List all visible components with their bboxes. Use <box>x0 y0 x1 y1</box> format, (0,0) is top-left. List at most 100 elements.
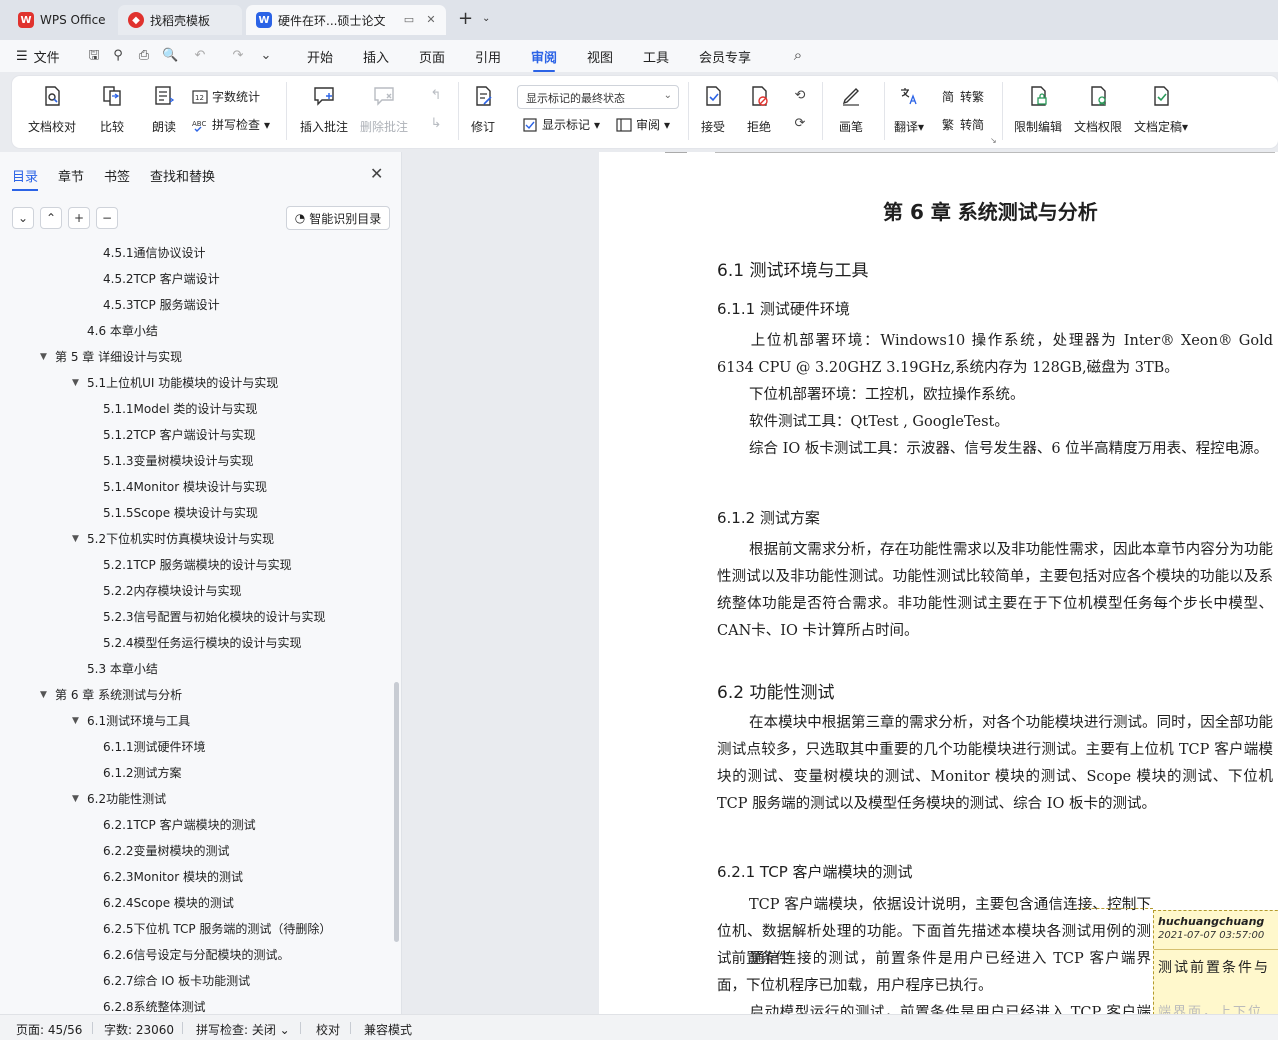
print-preview-icon[interactable]: 🔍 <box>162 48 178 64</box>
word-count-status[interactable]: 字数: 23060 <box>104 1021 174 1038</box>
quick-access-dropdown-icon[interactable]: ⌄ <box>258 48 274 64</box>
toc-item[interactable]: ▼ 6.1测试环境与工具 <box>0 708 396 734</box>
pen-button[interactable]: 画笔 <box>838 82 864 135</box>
page-indicator[interactable]: 页面: 45/56 <box>16 1021 82 1038</box>
toc-item[interactable]: 4.5.1通信协议设计 <box>0 240 396 266</box>
to-traditional-button[interactable]: 简 转繁 <box>940 88 984 105</box>
menu-tab-member[interactable]: 会员专享 <box>699 47 751 66</box>
file-menu[interactable]: ☰ 文件 <box>16 47 60 66</box>
panel-tab-toc[interactable]: 目录 <box>12 166 39 191</box>
menu-tab-tools[interactable]: 工具 <box>643 47 669 66</box>
toc-item[interactable]: ▼ 6.2功能性测试 <box>0 786 396 812</box>
next-change-icon[interactable]: ⟳ <box>792 116 808 132</box>
toc-item[interactable]: ▼ 5.2下位机实时仿真模块设计与实现 <box>0 526 396 552</box>
toc-item[interactable]: 5.2.1TCP 服务端模块的设计与实现 <box>0 552 396 578</box>
translate-button[interactable]: 翻译▾ <box>894 82 924 135</box>
toc-item[interactable]: ▼ 第 6 章 系统测试与分析 <box>0 682 396 708</box>
toc-item[interactable]: 5.3 本章小结 <box>0 656 396 682</box>
remove-heading-button[interactable]: − <box>96 207 118 229</box>
previous-comment-icon[interactable]: ↰ <box>428 88 444 104</box>
tab-close-icon[interactable]: ✕ <box>424 13 438 27</box>
read-aloud-button[interactable]: 朗读 <box>151 82 177 135</box>
toc-item[interactable]: ▼ 5.1上位机UI 功能模块的设计与实现 <box>0 370 396 396</box>
panel-tab-chapter[interactable]: 章节 <box>58 166 84 185</box>
tab-wps-office[interactable]: W WPS Office <box>8 5 114 35</box>
menu-tab-insert[interactable]: 插入 <box>363 47 389 66</box>
compare-button[interactable]: 比较 <box>99 82 125 135</box>
tab-template[interactable]: ◆ 找稻壳模板 <box>118 5 242 35</box>
toc-item[interactable]: 5.1.4Monitor 模块设计与实现 <box>0 474 396 500</box>
toc-item[interactable]: 5.1.1Model 类的设计与实现 <box>0 396 396 422</box>
tab-float-icon[interactable]: ▭ <box>402 13 416 27</box>
toc-item[interactable]: 5.2.3信号配置与初始化模块的设计与实现 <box>0 604 396 630</box>
doc-finalize-button[interactable]: 文档定稿▾ <box>1134 82 1188 135</box>
delete-comment-button[interactable]: 删除批注 <box>360 82 408 135</box>
reject-button[interactable]: 拒绝 <box>746 82 772 135</box>
expand-arrow-icon[interactable]: ▼ <box>40 682 47 708</box>
search-icon[interactable]: ⌕ <box>790 47 806 63</box>
comment-balloon[interactable]: huchuangchuang 2021-07-07 03:57:00 测试前置条… <box>1153 910 1278 1014</box>
proofread-button[interactable]: 文档校对 <box>28 82 76 135</box>
to-simplified-button[interactable]: 繁 转简 <box>940 116 984 133</box>
new-tab-dropdown-icon[interactable]: ⌄ <box>482 13 490 24</box>
document-page[interactable]: 第 6 章 系统测试与分析 6.1 测试环境与工具 6.1.1 测试硬件环境 上… <box>599 152 1278 1014</box>
toc-item[interactable]: 6.2.2变量树模块的测试 <box>0 838 396 864</box>
menu-tab-reference[interactable]: 引用 <box>475 47 501 66</box>
markup-state-select[interactable]: 显示标记的最终状态 ⌄ <box>517 85 679 109</box>
panel-tab-bookmark[interactable]: 书签 <box>104 166 130 185</box>
toc-item[interactable]: 6.2.4Scope 模块的测试 <box>0 890 396 916</box>
undo-icon[interactable]: ↶ <box>192 48 208 64</box>
toc-item[interactable]: 5.2.4模型任务运行模块的设计与实现 <box>0 630 396 656</box>
expand-up-button[interactable]: ⌃ <box>40 207 62 229</box>
menu-tab-review[interactable]: 审阅 <box>531 47 557 72</box>
previous-change-icon[interactable]: ⟲ <box>792 88 808 104</box>
doc-rights-button[interactable]: 文档权限 <box>1074 82 1122 135</box>
toc-item[interactable]: 5.1.5Scope 模块设计与实现 <box>0 500 396 526</box>
toc-item[interactable]: ▼ 第 5 章 详细设计与实现 <box>0 344 396 370</box>
redo-icon[interactable]: ↷ <box>230 48 246 64</box>
review-pane-button[interactable]: 审阅 ▾ <box>616 116 670 133</box>
toc-item[interactable]: 6.1.2测试方案 <box>0 760 396 786</box>
share-icon[interactable]: ⚲ <box>110 48 126 64</box>
group-expand-icon[interactable]: ↘ <box>990 136 997 145</box>
menu-tab-page[interactable]: 页面 <box>419 47 445 66</box>
toc-item[interactable]: 6.2.3Monitor 模块的测试 <box>0 864 396 890</box>
toc-item[interactable]: 4.6 本章小结 <box>0 318 396 344</box>
toc-item[interactable]: 6.2.6信号设定与分配模块的测试。 <box>0 942 396 968</box>
expand-arrow-icon[interactable]: ▼ <box>72 526 79 552</box>
show-markup-button[interactable]: 显示标记 ▾ <box>522 116 600 133</box>
toc-item[interactable]: 5.1.2TCP 客户端设计与实现 <box>0 422 396 448</box>
smart-toc-button[interactable]: ◔ 智能识别目录 <box>286 206 390 230</box>
menu-tab-start[interactable]: 开始 <box>307 47 333 66</box>
toc-item[interactable]: 6.1.1测试硬件环境 <box>0 734 396 760</box>
expand-arrow-icon[interactable]: ▼ <box>72 370 79 396</box>
new-tab-icon[interactable]: + <box>458 10 473 28</box>
spell-check-button[interactable]: ABC 拼写检查 ▾ <box>192 116 270 133</box>
panel-tab-find-replace[interactable]: 查找和替换 <box>150 166 215 185</box>
restrict-edit-button[interactable]: 限制编辑 <box>1014 82 1062 135</box>
expand-arrow-icon[interactable]: ▼ <box>72 786 79 812</box>
tab-document[interactable]: W 硬件在环...硕士论文 ▭ ✕ <box>246 5 446 35</box>
save-icon[interactable]: 🖫 <box>86 48 102 64</box>
toc-item[interactable]: 5.1.3变量树模块设计与实现 <box>0 448 396 474</box>
toc-item[interactable]: 6.2.1TCP 客户端模块的测试 <box>0 812 396 838</box>
revise-button[interactable]: 修订 <box>470 82 496 135</box>
toc-item[interactable]: 5.2.2内存模块设计与实现 <box>0 578 396 604</box>
panel-scrollbar[interactable] <box>394 682 399 942</box>
menu-tab-view[interactable]: 视图 <box>587 47 613 66</box>
insert-comment-button[interactable]: 插入批注 <box>300 82 348 135</box>
spell-check-status[interactable]: 拼写检查: 关闭 ⌄ <box>196 1021 290 1038</box>
expand-arrow-icon[interactable]: ▼ <box>72 708 79 734</box>
close-icon[interactable]: ✕ <box>370 164 383 183</box>
next-comment-icon[interactable]: ↳ <box>428 116 444 132</box>
add-heading-button[interactable]: + <box>68 207 90 229</box>
collapse-all-button[interactable]: ⌄ <box>12 207 34 229</box>
toc-item[interactable]: 6.2.7综合 IO 板卡功能测试 <box>0 968 396 994</box>
word-count-button[interactable]: 12 字数统计 <box>192 88 260 105</box>
accept-button[interactable]: 接受 <box>700 82 726 135</box>
toc-item[interactable]: 4.5.3TCP 服务端设计 <box>0 292 396 318</box>
print-icon[interactable]: ⎙ <box>136 48 152 64</box>
proofread-status[interactable]: 校对 <box>316 1021 340 1038</box>
expand-arrow-icon[interactable]: ▼ <box>40 344 47 370</box>
toc-item[interactable]: 4.5.2TCP 客户端设计 <box>0 266 396 292</box>
